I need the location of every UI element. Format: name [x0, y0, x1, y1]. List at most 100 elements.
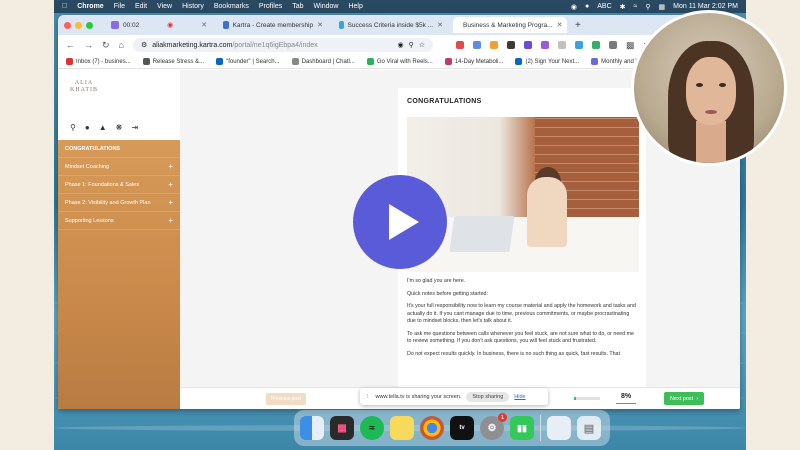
- sidebar-item-phase-1[interactable]: Phase 1: Foundations & Sales +: [58, 176, 180, 194]
- previous-post-button[interactable]: Previous post: [266, 393, 306, 405]
- bookmark-item[interactable]: Release Stress &...: [142, 58, 204, 65]
- bookmark-item[interactable]: Inbox (7) - busines...: [66, 58, 131, 65]
- bookmark-icon: [591, 58, 599, 65]
- menu-view[interactable]: View: [157, 3, 172, 10]
- address-bar[interactable]: ⚙ aliakmarketing.kartra.com/portal/ne1q6…: [132, 38, 433, 52]
- menu-tab[interactable]: Tab: [292, 3, 303, 10]
- close-tab-icon[interactable]: ✕: [201, 21, 207, 29]
- hide-sharing-link[interactable]: Hide: [514, 394, 525, 400]
- finder-icon[interactable]: [300, 416, 324, 440]
- drag-handle-icon[interactable]: ⋮: [365, 394, 371, 400]
- bluetooth-icon[interactable]: ✱: [620, 3, 626, 11]
- extension-icon[interactable]: [557, 41, 566, 49]
- settings-icon[interactable]: ⚙ 1: [480, 413, 507, 440]
- expand-icon[interactable]: +: [168, 216, 173, 225]
- input-source[interactable]: ABC: [597, 3, 611, 10]
- puzzle-icon[interactable]: ▩: [626, 40, 635, 51]
- search-icon[interactable]: ⚲: [645, 3, 650, 11]
- spotify-icon[interactable]: ≈: [360, 416, 384, 440]
- expand-icon[interactable]: +: [168, 180, 173, 189]
- numbers-icon[interactable]: ▮▮: [510, 416, 534, 440]
- extension-icon[interactable]: [574, 41, 583, 49]
- lock-icon[interactable]: ●: [585, 3, 589, 10]
- extension-icon[interactable]: [506, 41, 515, 49]
- logout-icon[interactable]: ⇥: [131, 123, 138, 132]
- zoom-window-button[interactable]: [86, 21, 93, 29]
- close-tab-icon[interactable]: ✕: [437, 21, 443, 29]
- record-icon[interactable]: ◉: [571, 3, 577, 11]
- menu-help[interactable]: Help: [348, 3, 362, 10]
- back-icon[interactable]: ←: [66, 40, 75, 50]
- forward-icon[interactable]: →: [84, 40, 93, 50]
- profile-icon[interactable]: ●: [85, 123, 90, 132]
- launchpad-icon[interactable]: ▦: [330, 416, 354, 440]
- tab-timer[interactable]: 00:02 ◉ ✕: [105, 17, 213, 33]
- tab-success-criteria[interactable]: Success Criteria inside $5k ... ✕: [333, 17, 449, 33]
- chrome-icon[interactable]: [420, 416, 444, 440]
- next-post-button[interactable]: Next post ›: [664, 392, 704, 405]
- eye-icon[interactable]: ◉: [397, 41, 403, 49]
- close-tab-icon[interactable]: ✕: [557, 21, 563, 29]
- extension-icon[interactable]: [523, 41, 532, 49]
- sidebar-item-mindset-coaching[interactable]: Mindset Coaching +: [58, 158, 180, 176]
- apple-icon[interactable]: : [62, 3, 67, 10]
- extension-icon[interactable]: [455, 41, 464, 49]
- lesson-image: [407, 117, 639, 272]
- new-tab-icon[interactable]: +: [575, 20, 581, 31]
- trash-icon[interactable]: ▤: [577, 416, 601, 440]
- clock[interactable]: Mon 11 Mar 2:02 PM: [673, 3, 738, 10]
- wifi-icon[interactable]: ≈: [634, 3, 638, 10]
- bookmark-item[interactable]: Go Viral with Reels...: [366, 58, 433, 65]
- community-icon[interactable]: ▲: [99, 123, 107, 132]
- brand-logo: ALIA KHATIB: [70, 80, 98, 93]
- downloads-folder-icon[interactable]: [547, 416, 571, 440]
- minimize-window-button[interactable]: [75, 21, 82, 29]
- menu-history[interactable]: History: [182, 3, 204, 10]
- help-icon[interactable]: ❋: [116, 123, 123, 132]
- extension-icon[interactable]: [489, 41, 498, 49]
- extension-icon[interactable]: [472, 41, 481, 49]
- bookmark-item[interactable]: "founder" | Search...: [216, 58, 280, 65]
- bookmark-item[interactable]: Dashboard | Chatl...: [291, 58, 355, 65]
- sidebar-item-congratulations[interactable]: CONGRATULATIONS: [58, 140, 180, 158]
- control-center-icon[interactable]: ▦: [659, 3, 666, 11]
- progress-fill: [574, 397, 577, 400]
- apple-tv-icon[interactable]: tv: [450, 416, 474, 440]
- extension-icon[interactable]: [591, 41, 600, 49]
- reload-icon[interactable]: ↻: [102, 40, 110, 51]
- recording-icon: ◉: [167, 22, 174, 29]
- bookmark-item[interactable]: 14-Day Metaboli...: [444, 58, 503, 65]
- screen-sharing-bar: ⋮ www.tella.tv is sharing your screen. S…: [360, 388, 548, 405]
- close-window-button[interactable]: [64, 21, 71, 29]
- bookmark-item[interactable]: (2) Sign Your Next...: [515, 58, 579, 65]
- expand-icon[interactable]: +: [168, 198, 173, 207]
- notes-icon[interactable]: [390, 416, 414, 440]
- close-tab-icon[interactable]: ✕: [317, 21, 323, 29]
- lesson-title: CONGRATULATIONS: [407, 98, 482, 105]
- kartra-favicon-icon: [223, 21, 229, 29]
- sidebar-item-phase-2[interactable]: Phase 2: Visibility and Growth Plan +: [58, 194, 180, 212]
- site-info-icon[interactable]: ⚙: [141, 41, 147, 49]
- progress-label: 8%: [621, 393, 632, 400]
- star-icon[interactable]: ☆: [419, 41, 425, 49]
- tab-kartra[interactable]: Kartra - Create membership ✕: [217, 17, 329, 33]
- menu-profiles[interactable]: Profiles: [259, 3, 282, 10]
- stop-sharing-button[interactable]: Stop sharing: [466, 391, 510, 402]
- app-name[interactable]: Chrome: [77, 3, 103, 10]
- extension-icon[interactable]: [540, 41, 549, 49]
- expand-icon[interactable]: +: [168, 162, 173, 171]
- menu-bookmarks[interactable]: Bookmarks: [214, 3, 249, 10]
- search-icon[interactable]: ⚲: [70, 123, 76, 132]
- menu-edit[interactable]: Edit: [135, 3, 147, 10]
- notification-badge: 1: [498, 413, 507, 422]
- progress-bar: [574, 397, 600, 400]
- extension-icon[interactable]: [608, 41, 617, 49]
- home-icon[interactable]: ⌂: [119, 40, 124, 50]
- menu-file[interactable]: File: [114, 3, 125, 10]
- sidebar-item-supporting-lessons[interactable]: Supporting Lessons +: [58, 212, 180, 230]
- tab-business-marketing[interactable]: Business & Marketing Progra... ✕: [453, 17, 567, 33]
- play-button[interactable]: [353, 175, 447, 269]
- menu-window[interactable]: Window: [314, 3, 339, 10]
- play-icon: [389, 204, 419, 240]
- zoom-icon[interactable]: ⚲: [409, 41, 414, 49]
